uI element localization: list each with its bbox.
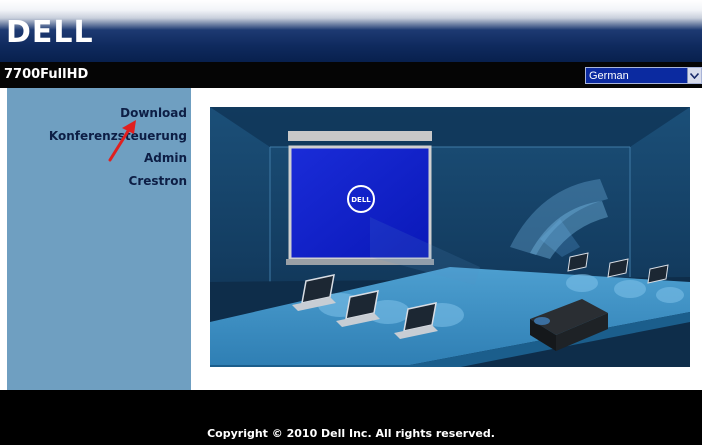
chevron-down-icon[interactable] [687, 68, 701, 83]
screen-logo-text: DELL [351, 196, 371, 204]
main-content: DELL [191, 88, 702, 390]
footer-bar: Copyright © 2010 Dell Inc. All rights re… [0, 390, 702, 445]
sidebar-item-crestron[interactable]: Crestron [129, 174, 187, 188]
title-bar: 7700FullHD German [0, 62, 702, 88]
copyright-text: Copyright © 2010 Dell Inc. All rights re… [207, 427, 495, 440]
logo-text: DELL [6, 16, 94, 46]
sidebar-nav: Download Konferenzsteuerung Admin Crestr… [7, 88, 191, 390]
dell-logo-icon: DELL [6, 16, 94, 46]
language-select[interactable]: German [585, 67, 702, 84]
projector-model-label: 7700FullHD [4, 67, 89, 82]
language-selected-value: German [589, 69, 629, 82]
conference-room-illustration-icon: DELL [210, 107, 690, 367]
header-banner: DELL [0, 0, 702, 62]
sidebar-item-admin[interactable]: Admin [144, 151, 187, 165]
red-arrow-icon [108, 120, 136, 162]
